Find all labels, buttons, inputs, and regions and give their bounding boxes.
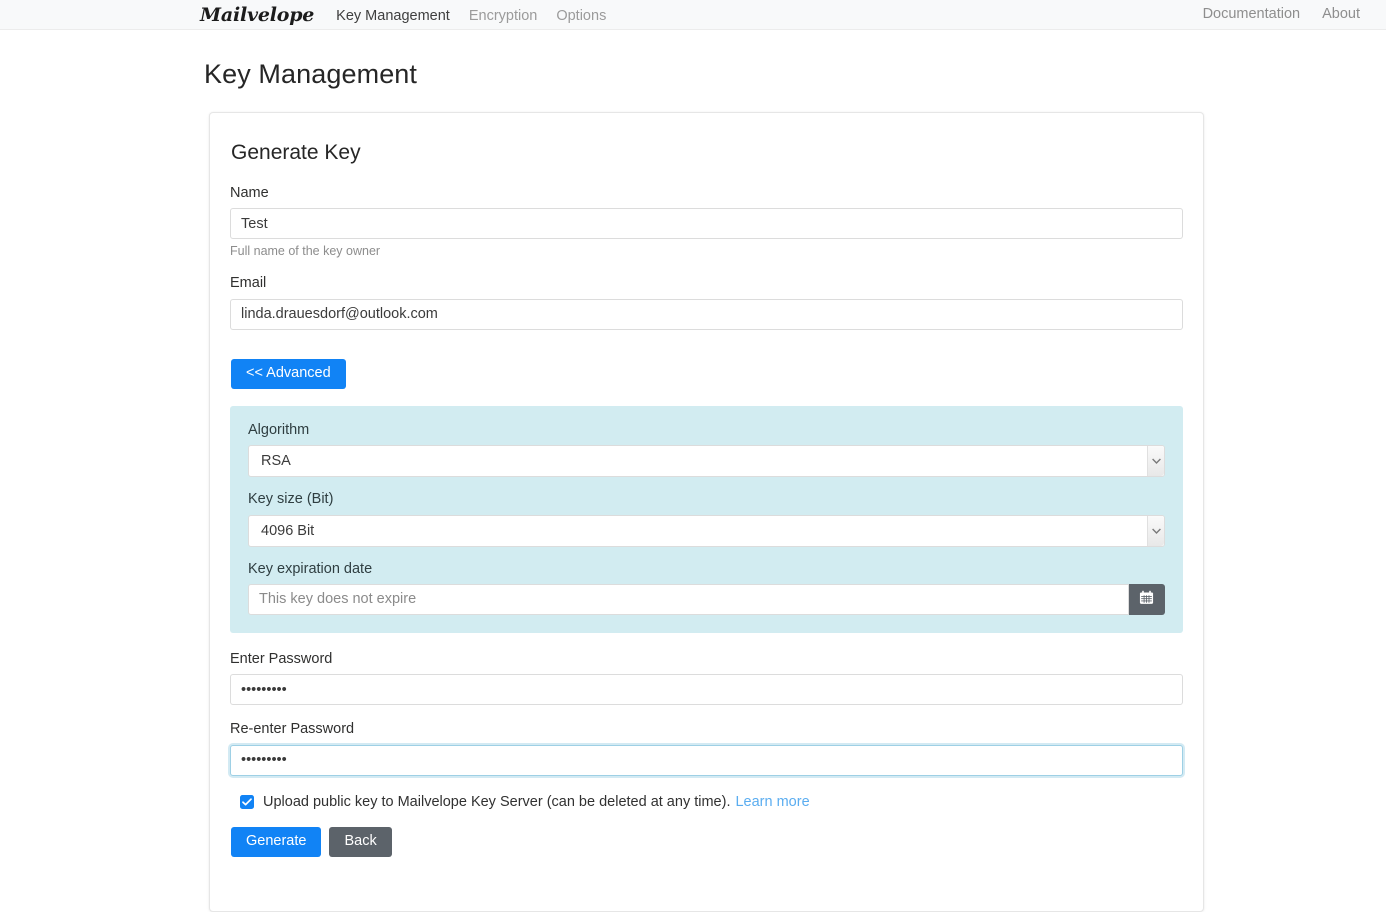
- key-size-field-group: Key size (Bit) 4096 Bit: [248, 491, 1165, 547]
- advanced-options-panel: Algorithm RSA Key size (Bit) 4096 Bit Ke…: [230, 405, 1183, 633]
- name-input[interactable]: [230, 208, 1183, 240]
- email-label: Email: [230, 275, 267, 292]
- page-title: Key Management: [204, 59, 418, 89]
- key-size-select-wrap: 4096 Bit: [248, 514, 1165, 547]
- nav-link-key-management[interactable]: Key Management: [336, 9, 450, 24]
- calendar-icon: [1139, 590, 1154, 608]
- key-size-label: Key size (Bit): [248, 491, 334, 508]
- generate-button[interactable]: Generate: [231, 827, 322, 857]
- password-confirm-input[interactable]: [230, 744, 1183, 776]
- navbar-left-group: Mailvelope Key Management Encryption Opt…: [200, 5, 625, 25]
- algorithm-label: Algorithm: [248, 421, 310, 438]
- nav-link-options[interactable]: Options: [556, 9, 606, 24]
- algorithm-select-wrap: RSA: [248, 445, 1165, 478]
- name-label: Name: [230, 185, 269, 201]
- mailvelope-logo[interactable]: Mailvelope: [200, 6, 314, 25]
- checkmark-icon: [242, 798, 252, 806]
- top-navbar: Mailvelope Key Management Encryption Opt…: [0, 0, 1386, 30]
- card-title: Generate Key: [231, 141, 361, 164]
- algorithm-field-group: Algorithm RSA: [248, 421, 1165, 478]
- algorithm-select[interactable]: RSA: [248, 445, 1165, 478]
- nav-link-encryption[interactable]: Encryption: [469, 9, 538, 24]
- password-confirm-label: Re-enter Password: [230, 721, 355, 738]
- nav-link-about[interactable]: About: [1322, 7, 1360, 22]
- advanced-toggle-button[interactable]: << Advanced: [231, 358, 346, 389]
- password-confirm-field-group: Re-enter Password: [230, 721, 1183, 776]
- key-expiration-input[interactable]: [248, 583, 1129, 615]
- generate-key-card: Generate Key Name Full name of the key o…: [209, 112, 1204, 912]
- key-size-select[interactable]: 4096 Bit: [248, 514, 1165, 547]
- learn-more-link[interactable]: Learn more: [735, 794, 809, 810]
- key-expiration-label: Key expiration date: [248, 560, 373, 577]
- email-field-group: Email: [230, 275, 1183, 330]
- upload-key-label: Upload public key to Mailvelope Key Serv…: [263, 793, 731, 810]
- email-input[interactable]: [230, 298, 1183, 330]
- calendar-button[interactable]: [1128, 583, 1165, 615]
- key-expiration-field-group: Key expiration date: [248, 561, 1165, 615]
- password-label: Enter Password: [230, 650, 333, 667]
- name-help-text: Full name of the key owner: [230, 244, 381, 259]
- upload-key-checkbox[interactable]: [240, 795, 254, 810]
- upload-key-option-row: Upload public key to Mailvelope Key Serv…: [240, 794, 1183, 811]
- password-field-group: Enter Password: [230, 650, 1183, 706]
- password-input[interactable]: [230, 674, 1183, 706]
- form-actions: Generate Back: [231, 827, 1183, 857]
- navbar-right-group: Documentation About: [1181, 7, 1360, 22]
- back-button[interactable]: Back: [329, 827, 392, 857]
- name-field-group: Name Full name of the key owner: [230, 185, 1183, 259]
- nav-link-documentation[interactable]: Documentation: [1203, 7, 1301, 22]
- key-expiration-input-group: [248, 583, 1165, 615]
